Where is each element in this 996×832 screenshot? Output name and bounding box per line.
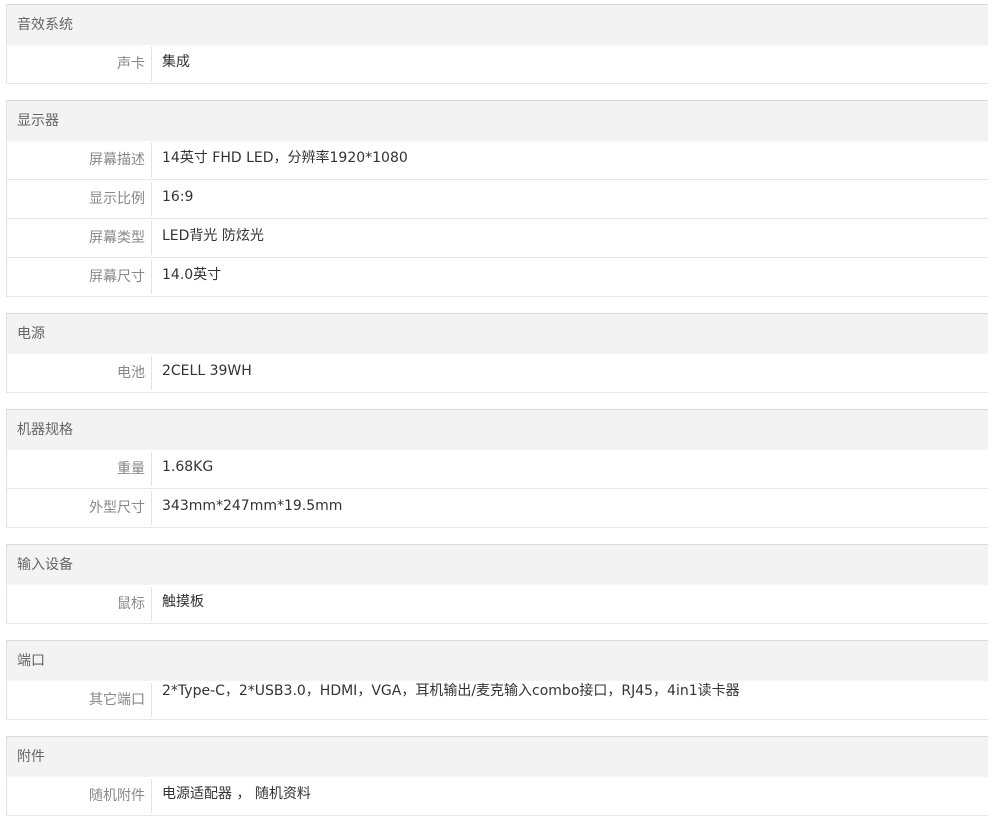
section-audio: 音效系统 声卡 集成	[6, 4, 988, 84]
spec-row: 其它端口 2*Type-C，2*USB3.0，HDMI，VGA，耳机输出/麦克输…	[7, 681, 988, 720]
spec-value: 触摸板	[162, 594, 204, 610]
section-display: 显示器 屏幕描述 14英寸 FHD LED，分辨率1920*1080 显示比例 …	[6, 100, 988, 297]
spec-label: 声卡	[7, 47, 152, 81]
spec-value: 14.0英寸	[162, 267, 222, 283]
spec-label: 其它端口	[7, 683, 152, 717]
section-machine-specs: 机器规格 重量 1.68KG 外型尺寸 343mm*247mm*19.5mm	[6, 409, 988, 528]
section-power: 电源 电池 2CELL 39WH	[6, 313, 988, 393]
spec-row: 鼠标 触摸板	[7, 585, 988, 624]
spec-label: 重量	[7, 452, 152, 486]
spec-row: 声卡 集成	[7, 45, 988, 84]
spec-value: 14英寸 FHD LED，分辨率1920*1080	[162, 150, 408, 166]
section-input: 输入设备 鼠标 触摸板	[6, 544, 988, 624]
spec-row: 显示比例 16:9	[7, 180, 988, 219]
spec-label: 随机附件	[7, 779, 152, 813]
spec-label: 电池	[7, 356, 152, 390]
spec-label: 外型尺寸	[7, 491, 152, 525]
spec-row: 屏幕类型 LED背光 防炫光	[7, 219, 988, 258]
spec-row: 屏幕尺寸 14.0英寸	[7, 258, 988, 297]
spec-row: 重量 1.68KG	[7, 450, 988, 489]
spec-value: 2*Type-C，2*USB3.0，HDMI，VGA，耳机输出/麦克输入comb…	[162, 683, 740, 699]
section-title: 机器规格	[7, 410, 988, 450]
spec-value: 电源适配器 ， 随机资料	[162, 786, 311, 802]
spec-table: 音效系统 声卡 集成 显示器 屏幕描述 14英寸 FHD LED，分辨率1920…	[6, 4, 988, 832]
section-title: 附件	[7, 737, 988, 777]
spec-value: 2CELL 39WH	[162, 363, 252, 379]
spec-row: 外型尺寸 343mm*247mm*19.5mm	[7, 489, 988, 528]
section-title: 电源	[7, 314, 988, 354]
spec-label: 鼠标	[7, 587, 152, 621]
spec-label: 显示比例	[7, 182, 152, 216]
spec-label: 屏幕描述	[7, 143, 152, 177]
spec-label: 屏幕类型	[7, 221, 152, 255]
spec-row: 电池 2CELL 39WH	[7, 354, 988, 393]
spec-value: 1.68KG	[162, 459, 214, 475]
spec-row: 屏幕描述 14英寸 FHD LED，分辨率1920*1080	[7, 141, 988, 180]
spec-value: 343mm*247mm*19.5mm	[162, 498, 343, 514]
spec-value: LED背光 防炫光	[162, 228, 264, 244]
spec-value: 16:9	[162, 189, 194, 205]
section-title: 音效系统	[7, 5, 988, 45]
section-title: 显示器	[7, 101, 988, 141]
section-title: 端口	[7, 641, 988, 681]
spec-row: 随机附件 电源适配器 ， 随机资料	[7, 777, 988, 816]
section-accessories: 附件 随机附件 电源适配器 ， 随机资料	[6, 736, 988, 816]
section-ports: 端口 其它端口 2*Type-C，2*USB3.0，HDMI，VGA，耳机输出/…	[6, 640, 988, 720]
spec-value: 集成	[162, 54, 190, 70]
spec-label: 屏幕尺寸	[7, 260, 152, 294]
section-title: 输入设备	[7, 545, 988, 585]
